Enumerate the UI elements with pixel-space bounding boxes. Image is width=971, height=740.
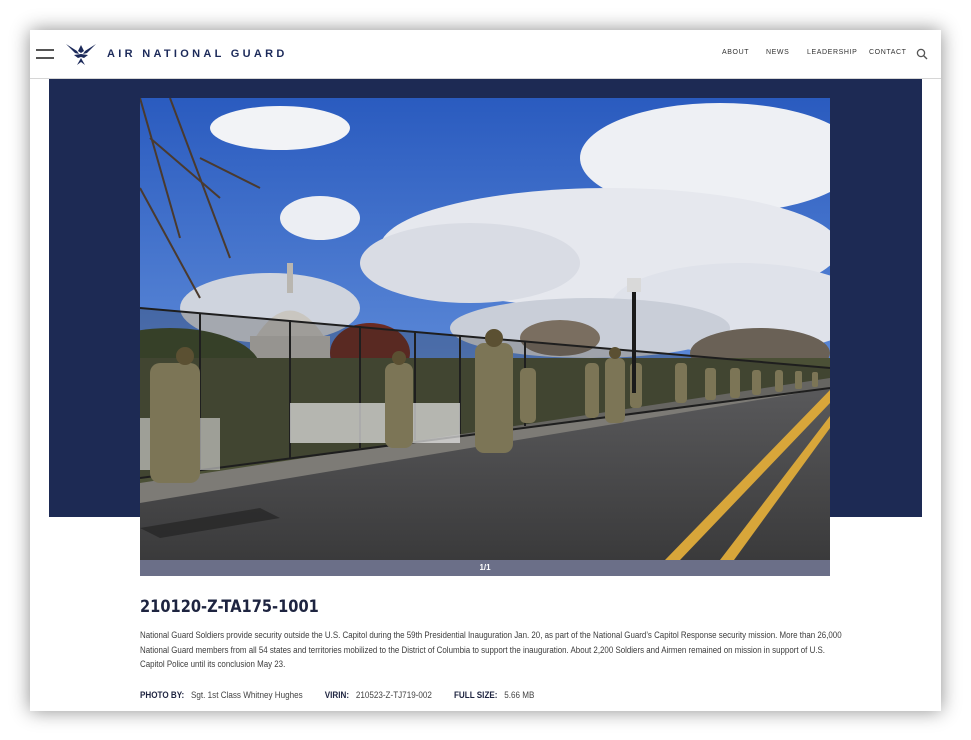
- photo-by-value: Sgt. 1st Class Whitney Hughes: [191, 690, 303, 700]
- air-force-wings-logo[interactable]: [66, 41, 96, 67]
- hamburger-menu-icon[interactable]: [36, 46, 56, 62]
- image-credits: PHOTO BY: Sgt. 1st Class Whitney Hughes …: [140, 690, 554, 700]
- site-header: AIR NATIONAL GUARD ABOUT NEWS LEADERSHIP…: [30, 30, 941, 79]
- nav-leadership[interactable]: LEADERSHIP: [807, 49, 857, 56]
- gallery-counter: 1/1: [140, 560, 830, 576]
- full-size-value[interactable]: 5.66 MB: [504, 690, 534, 700]
- image-caption: National Guard Soldiers provide security…: [140, 630, 842, 669]
- image-title: 210120-Z-TA175-1001: [140, 597, 319, 617]
- search-icon[interactable]: [916, 48, 928, 60]
- nav-news[interactable]: NEWS: [766, 49, 789, 56]
- page-frame: AIR NATIONAL GUARD ABOUT NEWS LEADERSHIP…: [30, 30, 941, 711]
- virin-value: 210523-Z-TJ719-002: [355, 690, 432, 700]
- virin-label: VIRIN:: [324, 690, 354, 700]
- site-title[interactable]: AIR NATIONAL GUARD: [107, 48, 288, 60]
- nav-about[interactable]: ABOUT: [722, 49, 749, 56]
- full-size-label: FULL SIZE:: [453, 690, 502, 700]
- capitol-security-photo[interactable]: [140, 98, 830, 560]
- photo-by-label: PHOTO BY:: [140, 690, 189, 700]
- nav-contact[interactable]: CONTACT: [869, 49, 907, 56]
